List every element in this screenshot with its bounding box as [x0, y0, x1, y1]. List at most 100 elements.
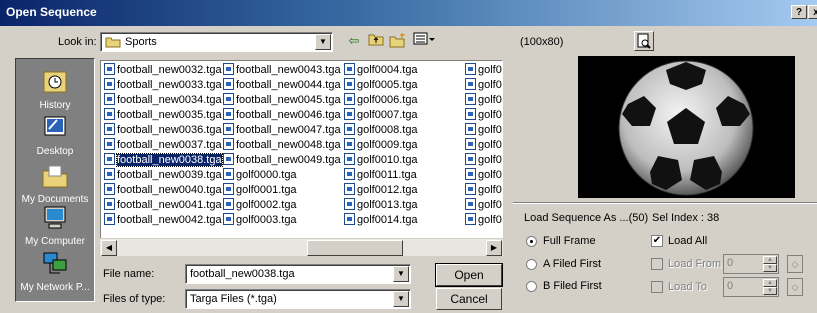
open-button[interactable]: Open	[435, 263, 503, 287]
file-item[interactable]: football_new0035.tga	[104, 108, 222, 123]
full-frame-radio[interactable]	[526, 236, 537, 247]
tga-file-icon	[104, 198, 115, 210]
file-item[interactable]: football_new0036.tga	[104, 123, 222, 138]
file-item[interactable]: golf0(	[465, 123, 502, 138]
spin-up-icon[interactable]: ▲	[763, 279, 777, 287]
file-item[interactable]: golf0009.tga	[344, 138, 418, 153]
file-item[interactable]: golf0004.tga	[344, 63, 418, 78]
file-item[interactable]: golf0(	[465, 183, 502, 198]
file-item[interactable]: golf0000.tga	[223, 168, 341, 183]
load-to-spinner[interactable]: 0 ▲ ▼	[723, 277, 779, 297]
up-folder-icon[interactable]	[366, 32, 386, 50]
view-menu-icon[interactable]	[412, 32, 436, 50]
spin-down-icon[interactable]: ▼	[763, 264, 777, 272]
file-item[interactable]: football_new0037.tga	[104, 138, 222, 153]
horizontal-scrollbar[interactable]: ◀ ▶	[100, 238, 503, 256]
file-item[interactable]: golf0(	[465, 138, 502, 153]
load-all-checkbox[interactable]: ✔	[651, 235, 663, 247]
tga-file-icon	[344, 78, 355, 90]
place-desktop[interactable]: Desktop	[16, 115, 94, 157]
pick-to-icon[interactable]: ◇	[787, 278, 803, 296]
file-item[interactable]: football_new0044.tga	[223, 78, 341, 93]
tga-file-icon	[465, 108, 476, 120]
file-item[interactable]: football_new0040.tga	[104, 183, 222, 198]
file-item[interactable]: football_new0042.tga	[104, 213, 222, 228]
place-label: My Documents	[21, 194, 89, 205]
file-item[interactable]: golf0005.tga	[344, 78, 418, 93]
file-item[interactable]: football_new0041.tga	[104, 198, 222, 213]
file-item[interactable]: golf0006.tga	[344, 93, 418, 108]
place-my-computer[interactable]: My Computer	[16, 205, 94, 247]
tga-file-icon	[104, 213, 115, 225]
pick-from-icon[interactable]: ◇	[787, 255, 803, 273]
b-filed-first-radio[interactable]	[526, 281, 537, 292]
file-item[interactable]: golf0(	[465, 168, 502, 183]
file-item[interactable]: golf0012.tga	[344, 183, 418, 198]
tga-file-icon	[465, 93, 476, 105]
file-item[interactable]: football_new0049.tga	[223, 153, 341, 168]
place-label: Desktop	[36, 146, 74, 157]
spin-down-icon[interactable]: ▼	[763, 287, 777, 295]
file-item-selected[interactable]: football_new0038.tga	[104, 153, 223, 168]
file-item[interactable]: football_new0033.tga	[104, 78, 222, 93]
lookin-combo[interactable]: Sports ▼	[100, 32, 333, 52]
tga-file-icon	[344, 183, 355, 195]
file-item[interactable]: football_new0034.tga	[104, 93, 222, 108]
scroll-left-icon[interactable]: ◀	[101, 240, 117, 256]
chevron-down-icon[interactable]: ▼	[393, 291, 409, 307]
tga-file-icon	[223, 153, 234, 165]
file-item[interactable]: football_new0032.tga	[104, 63, 222, 78]
chevron-down-icon[interactable]: ▼	[393, 266, 409, 282]
tga-file-icon	[344, 108, 355, 120]
file-item[interactable]: golf0010.tga	[344, 153, 418, 168]
file-item[interactable]: golf0(	[465, 198, 502, 213]
file-item[interactable]: golf0(	[465, 78, 502, 93]
help-button[interactable]: ?	[791, 5, 807, 19]
tga-file-icon	[344, 63, 355, 75]
file-item[interactable]: football_new0048.tga	[223, 138, 341, 153]
cancel-button[interactable]: Cancel	[436, 288, 502, 310]
new-folder-icon[interactable]	[388, 32, 408, 50]
file-item[interactable]: golf0(	[465, 108, 502, 123]
file-list[interactable]: football_new0032.tga football_new0033.tg…	[100, 60, 503, 256]
file-item[interactable]: football_new0043.tga	[223, 63, 341, 78]
file-item[interactable]: golf0003.tga	[223, 213, 341, 228]
file-item[interactable]: football_new0047.tga	[223, 123, 341, 138]
file-item[interactable]: golf0014.tga	[344, 213, 418, 228]
file-item[interactable]: golf0007.tga	[344, 108, 418, 123]
tga-file-icon	[344, 123, 355, 135]
file-item[interactable]: golf0001.tga	[223, 183, 341, 198]
file-item[interactable]: football_new0046.tga	[223, 108, 341, 123]
close-button[interactable]: x	[808, 5, 817, 19]
file-item[interactable]: golf0002.tga	[223, 198, 341, 213]
file-item[interactable]: football_new0045.tga	[223, 93, 341, 108]
place-my-network[interactable]: My Network P...	[16, 251, 94, 293]
tga-file-icon	[223, 138, 234, 150]
file-item[interactable]: golf0013.tga	[344, 198, 418, 213]
file-item[interactable]: golf0008.tga	[344, 123, 418, 138]
scroll-thumb[interactable]	[307, 240, 403, 256]
back-icon[interactable]: ⇦	[344, 32, 364, 50]
chevron-down-icon[interactable]: ▼	[315, 34, 331, 50]
load-from-checkbox[interactable]	[651, 258, 663, 270]
tga-file-icon	[223, 123, 234, 135]
load-from-spinner[interactable]: 0 ▲ ▼	[723, 254, 779, 274]
file-item[interactable]: golf0(	[465, 93, 502, 108]
load-to-checkbox[interactable]	[651, 281, 663, 293]
file-item[interactable]: golf0(	[465, 153, 502, 168]
file-item[interactable]: football_new0039.tga	[104, 168, 222, 183]
a-filed-first-radio[interactable]	[526, 259, 537, 270]
network-places-icon	[43, 252, 67, 274]
spin-up-icon[interactable]: ▲	[763, 256, 777, 264]
place-my-documents[interactable]: My Documents	[16, 163, 94, 205]
preview-zoom-icon[interactable]	[634, 31, 654, 51]
file-item[interactable]: golf0011.tga	[344, 168, 418, 183]
file-item[interactable]: golf0(	[465, 213, 502, 228]
place-history[interactable]: History	[16, 69, 94, 111]
tga-file-icon	[223, 93, 234, 105]
filetype-select[interactable]: Targa Files (*.tga) ▼	[185, 289, 411, 309]
filename-input[interactable]: football_new0038.tga ▼	[185, 264, 411, 284]
file-item[interactable]: golf0(	[465, 63, 502, 78]
scroll-right-icon[interactable]: ▶	[486, 240, 502, 256]
tga-file-icon	[104, 78, 115, 90]
